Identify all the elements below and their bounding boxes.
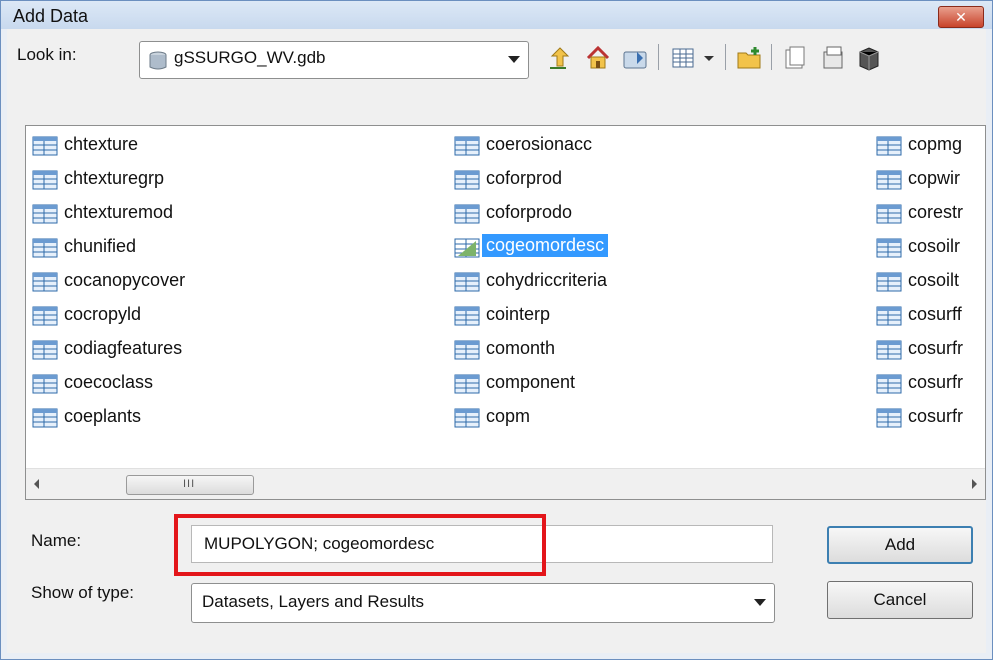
file-list[interactable]: chtexture chtexturegrp chtexturemod chunifi… (25, 125, 986, 500)
table-icon (32, 238, 58, 263)
file-name: cosurfr (908, 372, 964, 392)
scroll-grip: III (183, 478, 196, 490)
name-label: Name: (31, 531, 82, 550)
catalog-icon[interactable] (781, 44, 809, 72)
table-icon (876, 238, 902, 263)
file-name: cogeomordesc (482, 234, 609, 257)
add-data-dialog: Add Data ✕ Look in: gSSURGO_WV.gdb chtex… (0, 0, 993, 660)
scrollbar-thumb[interactable]: III (126, 475, 254, 495)
file-name: chtexture (64, 134, 139, 154)
toolbar-separator (771, 44, 772, 70)
raster-table-icon (454, 238, 480, 263)
table-icon (876, 170, 902, 195)
table-icon (876, 306, 902, 331)
look-in-value: gSSURGO_WV.gdb (174, 48, 326, 67)
dialog-title: Add Data (13, 6, 89, 26)
table-icon (876, 340, 902, 365)
highlight-box (174, 514, 546, 576)
file-name: cocropyld (64, 304, 142, 324)
close-button[interactable]: ✕ (938, 6, 984, 28)
chevron-down-icon (508, 56, 520, 63)
new-item-icon[interactable] (735, 44, 763, 72)
file-name: coforprod (486, 168, 563, 188)
file-name: cosoilt (908, 270, 960, 290)
file-name: cosurfr (908, 406, 964, 426)
file-name: cosoilr (908, 236, 961, 256)
table-icon (876, 408, 902, 433)
chevron-down-icon[interactable] (701, 44, 717, 72)
table-icon (32, 306, 58, 331)
cancel-button[interactable]: Cancel (827, 581, 973, 619)
table-icon (454, 170, 480, 195)
table-icon (32, 340, 58, 365)
chevron-down-icon (754, 599, 766, 606)
table-icon (454, 204, 480, 229)
database-icon[interactable] (819, 44, 847, 72)
title-bar[interactable]: Add Data ✕ (1, 1, 992, 29)
table-icon (32, 374, 58, 399)
show-of-type-label: Show of type: (31, 583, 135, 602)
up-one-level-icon[interactable] (546, 44, 574, 72)
scroll-left-icon[interactable] (34, 479, 39, 489)
table-icon (454, 306, 480, 331)
file-name: component (486, 372, 576, 392)
file-name: chunified (64, 236, 137, 256)
table-icon (454, 340, 480, 365)
home-icon[interactable] (584, 44, 612, 72)
table-icon (876, 272, 902, 297)
file-name: codiagfeatures (64, 338, 183, 358)
look-in-dropdown[interactable]: gSSURGO_WV.gdb (139, 41, 529, 79)
view-menu-icon[interactable] (669, 44, 697, 72)
file-name: chtexturegrp (64, 168, 165, 188)
file-name: copmg (908, 134, 963, 154)
file-name: copm (486, 406, 531, 426)
file-name: cohydriccriteria (486, 270, 608, 290)
file-name: copwir (908, 168, 961, 188)
file-name: cocanopycover (64, 270, 186, 290)
file-name: coeplants (64, 406, 142, 426)
geodatabase-icon (149, 51, 167, 70)
file-name: coforprodo (486, 202, 573, 222)
table-icon (32, 204, 58, 229)
file-name: chtexturemod (64, 202, 174, 222)
table-icon (454, 374, 480, 399)
table-icon (32, 170, 58, 195)
show-of-type-value: Datasets, Layers and Results (202, 592, 425, 611)
file-name: coerosionacc (486, 134, 593, 154)
scroll-right-icon[interactable] (972, 479, 977, 489)
table-icon (32, 272, 58, 297)
look-in-label: Look in: (17, 45, 77, 64)
table-icon (454, 136, 480, 161)
file-name: cointerp (486, 304, 551, 324)
file-name: cosurfr (908, 338, 964, 358)
horizontal-scrollbar[interactable]: III (26, 468, 985, 499)
table-icon (454, 408, 480, 433)
file-name: cosurff (908, 304, 962, 324)
file-name: coecoclass (64, 372, 154, 392)
file-name: comonth (486, 338, 556, 358)
table-icon (32, 136, 58, 161)
table-icon (876, 136, 902, 161)
show-of-type-dropdown[interactable]: Datasets, Layers and Results (191, 583, 775, 623)
toolbar-separator (658, 44, 659, 70)
table-icon (876, 374, 902, 399)
toolbar-separator (725, 44, 726, 70)
add-button[interactable]: Add (827, 526, 973, 564)
connect-folder-icon[interactable] (621, 44, 649, 72)
table-icon (454, 272, 480, 297)
table-icon (32, 408, 58, 433)
table-icon (876, 204, 902, 229)
file-name: corestr (908, 202, 964, 222)
toolbox-icon[interactable] (855, 44, 883, 72)
